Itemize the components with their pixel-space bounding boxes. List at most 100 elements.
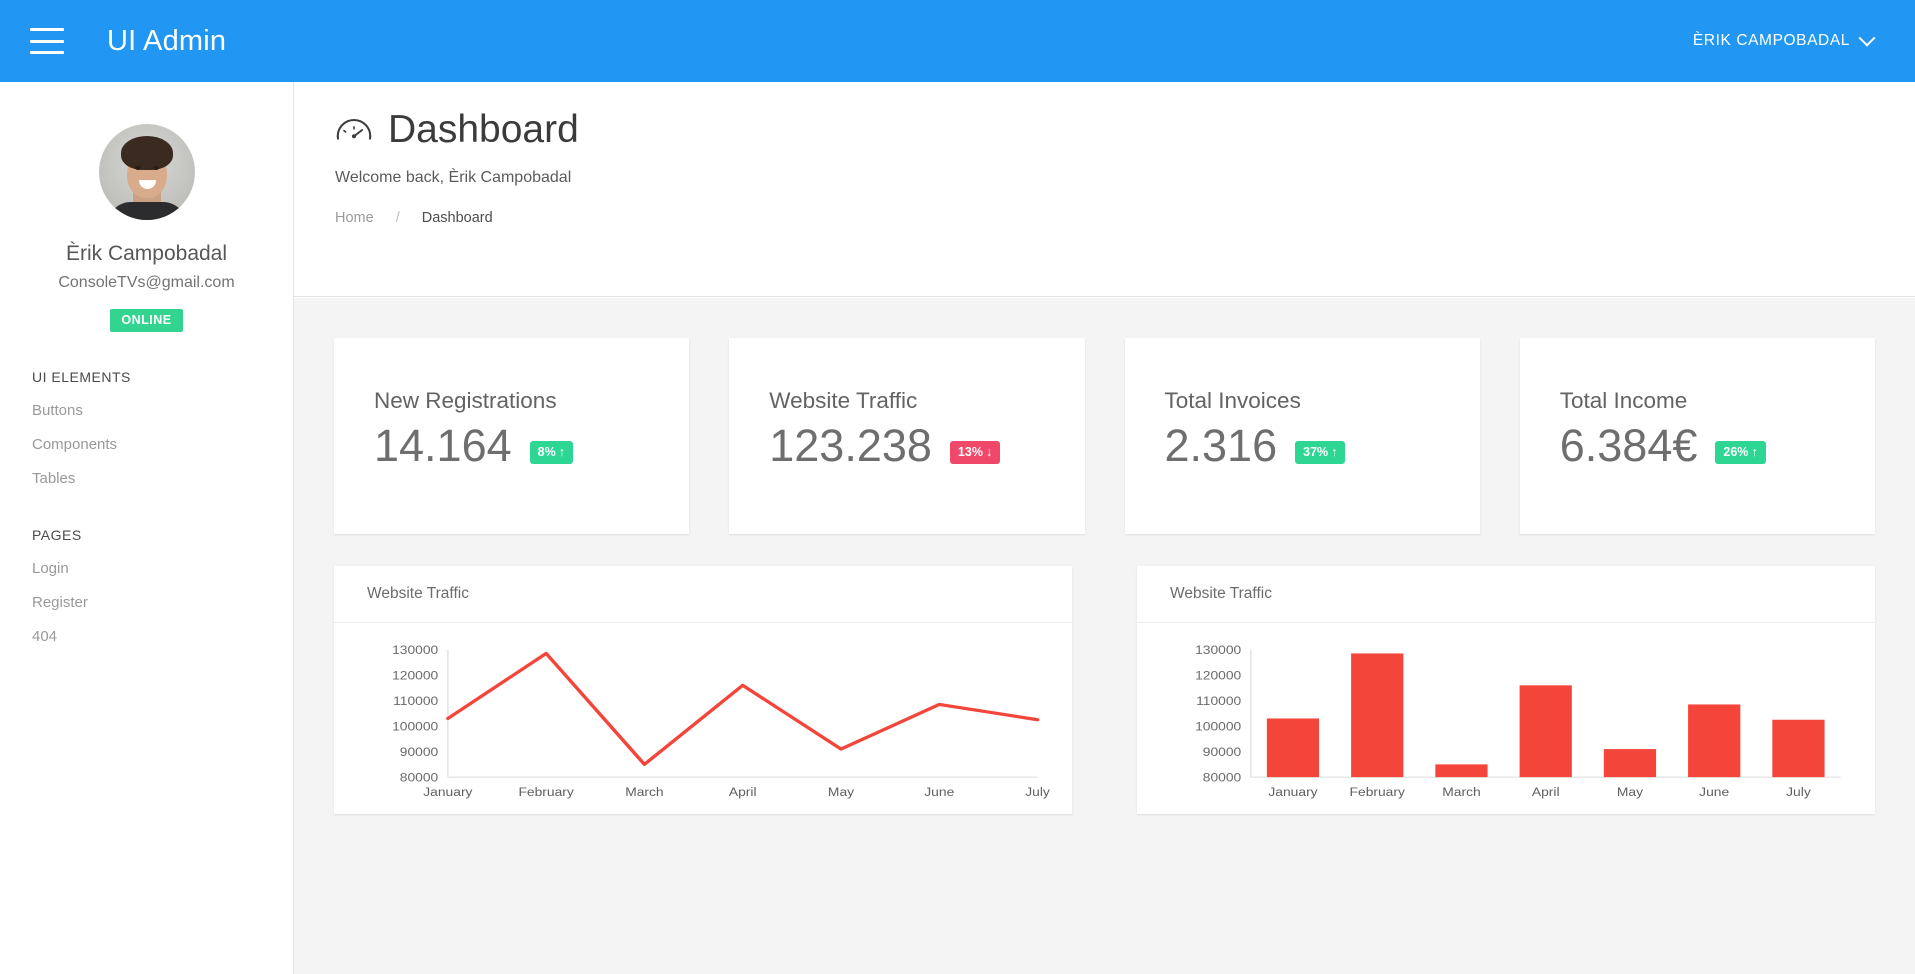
stat-value: 14.164 <box>374 420 512 471</box>
avatar-hair-left <box>122 144 143 166</box>
sidebar-item-buttons[interactable]: Buttons <box>0 402 293 419</box>
stat-label: New Registrations <box>374 388 557 413</box>
status-wrapper: ONLINE <box>0 309 293 332</box>
nav-group-ui-elements: UI ELEMENTS Buttons Components Tables <box>0 369 293 487</box>
bar <box>1772 719 1825 778</box>
y-axis-tick-label: 120000 <box>1195 668 1241 682</box>
user-menu-label: ÈRIK CAMPOBADAL <box>1692 32 1850 49</box>
chevron-down-icon <box>1858 29 1876 47</box>
hamburger-bar-1 <box>30 28 64 31</box>
nav-group-title-ui-elements: UI ELEMENTS <box>32 369 131 385</box>
y-axis-tick-label: 100000 <box>392 719 438 733</box>
stat-label: Website Traffic <box>769 388 918 413</box>
sidebar: Èrik Campobadal ConsoleTVs@gmail.com ONL… <box>0 82 294 974</box>
chart-card-line: Website Traffic 80000 90000 100000 110000 12… <box>334 566 1072 814</box>
sidebar-item-404[interactable]: 404 <box>0 628 293 645</box>
x-axis-tick-label: February <box>518 785 574 799</box>
x-axis-tick-label: April <box>729 785 757 799</box>
stat-change-value: 8% <box>537 444 556 459</box>
sidebar-user-email: ConsoleTVs@gmail.com <box>58 274 235 291</box>
bar <box>1351 653 1404 778</box>
status-badge: 37% ↑ <box>1295 440 1346 464</box>
y-axis-tick-label: 120000 <box>392 668 438 682</box>
hamburger-bar-2 <box>30 39 64 43</box>
breadcrumb-separator: / <box>395 210 400 226</box>
x-axis-tick-label: February <box>1350 785 1406 799</box>
welcome-message: Welcome back, Èrik Campobadal <box>335 169 572 186</box>
sidebar-item-components[interactable]: Components <box>0 436 293 453</box>
stat-value: 6.384€ <box>1559 420 1698 471</box>
stat-value-row: 6.384€ 26% ↑ <box>1559 420 1875 471</box>
x-axis-tick-label: March <box>625 785 663 799</box>
status-badge: 8% ↑ <box>529 440 573 464</box>
sidebar-user-name: Èrik Campobadal <box>65 242 228 265</box>
y-axis-tick-label: 80000 <box>1203 770 1241 784</box>
stat-card-row: New Registrations 14.164 8% ↑ Website Tr… <box>334 338 1875 534</box>
hamburger-icon[interactable] <box>30 28 64 54</box>
x-axis-tick-label: July <box>1786 785 1811 799</box>
x-axis-tick-label: April <box>1532 785 1560 799</box>
breadcrumb-home[interactable]: Home <box>335 210 374 226</box>
status-badge: 26% ↑ <box>1715 440 1766 464</box>
sidebar-item-tables[interactable]: Tables <box>0 470 293 487</box>
bar <box>1435 764 1488 778</box>
arrow-down-icon: ↓ <box>985 444 993 459</box>
x-axis-tick-label: June <box>924 785 954 799</box>
page-title: Dashboard <box>334 108 1915 152</box>
avatar <box>98 124 195 220</box>
y-axis-tick-label: 130000 <box>392 643 438 657</box>
x-axis-tick-label: January <box>1268 785 1318 799</box>
chart-body-bar: 80000 90000 100000 110000 120000 130000 Januar… <box>1137 623 1875 813</box>
bar <box>1266 718 1320 778</box>
brand-title[interactable]: UI Admin <box>107 25 226 58</box>
sidebar-item-login[interactable]: Login <box>0 560 293 577</box>
bar <box>1519 685 1572 778</box>
line-chart: 80000 90000 100000 110000 120000 130000 Januar… <box>392 643 1050 799</box>
y-axis-tick-label: 110000 <box>393 694 438 708</box>
stat-card-new-registrations: New Registrations 14.164 8% ↑ <box>334 338 690 534</box>
stat-value-row: 123.238 13% ↓ <box>769 420 1084 471</box>
chart-body-line: 80000 90000 100000 110000 120000 130000 Januar… <box>334 623 1072 813</box>
x-axis-tick-label: June <box>1699 785 1729 799</box>
avatar-hair-right <box>150 144 171 166</box>
stat-value: 2.316 <box>1164 420 1278 471</box>
stat-card-total-income: Total Income 6.384€ 26% ↑ <box>1519 338 1875 534</box>
sidebar-item-register[interactable]: Register <box>0 594 293 611</box>
chart-card-row: Website Traffic 80000 90000 100000 110000 12… <box>334 566 1875 814</box>
x-axis-tick-label: July <box>1025 785 1050 799</box>
gauge-icon <box>336 119 372 140</box>
status-badge: 13% ↓ <box>949 440 1001 464</box>
chart-title-bar: Website Traffic <box>1137 566 1875 623</box>
breadcrumb: Home / Dashboard <box>335 210 1915 226</box>
x-axis-tick-label: March <box>1442 785 1480 799</box>
y-axis-tick-label: 100000 <box>1195 719 1241 733</box>
y-axis-tick-label: 110000 <box>1196 694 1241 708</box>
y-axis-tick-label: 90000 <box>1203 745 1241 759</box>
chart-card-bar: Website Traffic 80000 90000 100000 110000 12… <box>1137 566 1875 814</box>
breadcrumb-current: Dashboard <box>421 210 493 226</box>
stat-value: 123.238 <box>769 420 932 471</box>
main-content: New Registrations 14.164 8% ↑ Website Tr… <box>294 298 1915 974</box>
stat-change-value: 13% <box>957 444 983 459</box>
avatar-shirt <box>106 202 187 220</box>
arrow-up-icon: ↑ <box>1331 444 1338 459</box>
arrow-up-icon: ↑ <box>558 444 565 459</box>
y-axis-tick-label: 80000 <box>400 770 438 784</box>
user-menu[interactable]: ÈRIK CAMPOBADAL <box>1692 29 1876 50</box>
x-axis-tick-label: May <box>1617 785 1644 799</box>
nav-group-title-pages: PAGES <box>32 527 82 543</box>
avatar-eye-right <box>152 166 159 170</box>
status-badge: ONLINE <box>110 309 183 332</box>
stat-value-row: 14.164 8% ↑ <box>374 420 689 471</box>
y-axis-tick-label: 130000 <box>1195 643 1241 657</box>
avatar-eye-left <box>134 166 141 170</box>
stat-value-row: 2.316 37% ↑ <box>1164 420 1480 471</box>
page-header: Dashboard Welcome back, Èrik Campobadal … <box>294 82 1915 297</box>
top-navbar: UI Admin ÈRIK CAMPOBADAL <box>0 0 1915 82</box>
stat-label: Total Income <box>1559 388 1688 413</box>
arrow-up-icon: ↑ <box>1751 444 1758 459</box>
y-axis-tick-label: 90000 <box>400 745 438 759</box>
stat-change-value: 26% <box>1723 444 1749 459</box>
bar <box>1688 704 1741 778</box>
stat-card-total-invoices: Total Invoices 2.316 37% ↑ <box>1124 338 1480 534</box>
